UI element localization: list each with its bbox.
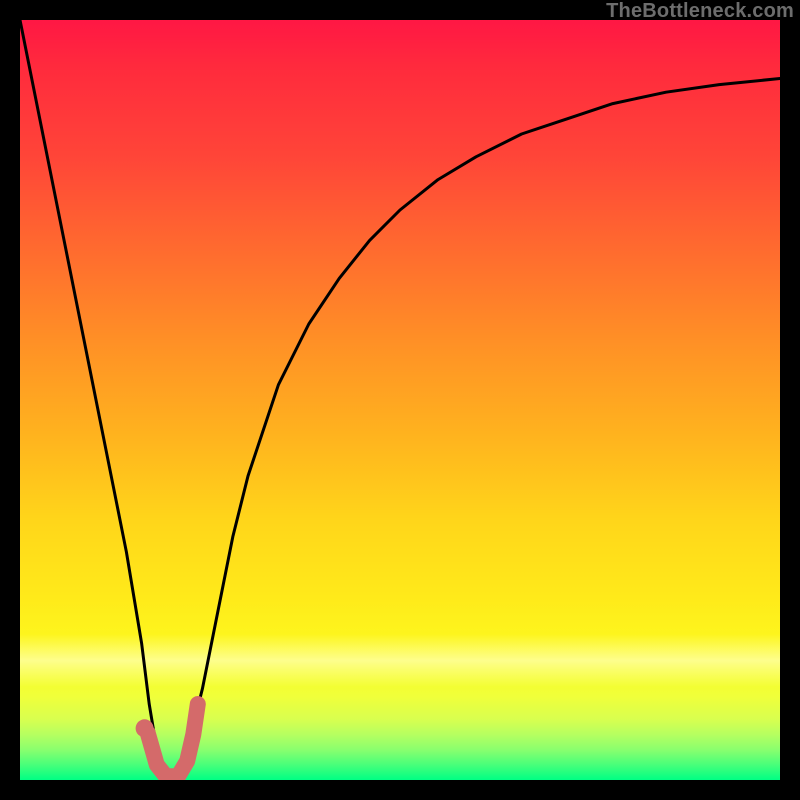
chart-svg bbox=[20, 20, 780, 780]
plot-area bbox=[20, 20, 780, 780]
j-marker bbox=[148, 704, 198, 776]
bottleneck-curve bbox=[20, 20, 780, 780]
j-marker-dot bbox=[136, 719, 154, 737]
chart-stage: TheBottleneck.com bbox=[0, 0, 800, 800]
